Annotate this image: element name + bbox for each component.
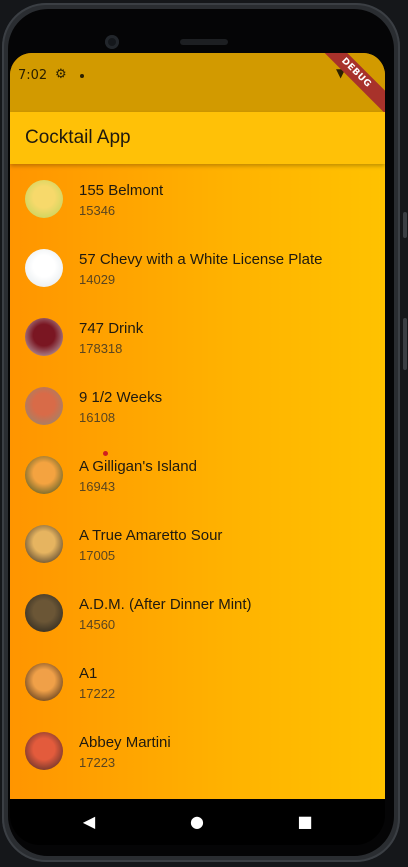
drink-thumbnail [25, 594, 63, 632]
drink-name: Abbey Martini [79, 734, 171, 751]
status-time: 7:02 [18, 68, 48, 83]
device-frame: 7:02 ⚙ ▼ DEBUG Cocktail App 155 Belmont 1… [0, 0, 408, 867]
power-button [403, 318, 407, 370]
list-item[interactable]: Abbey Martini 17223 [10, 716, 385, 785]
earpiece-speaker [180, 39, 228, 45]
recents-button[interactable]: ■ [293, 812, 317, 832]
list-item[interactable]: A.D.M. (After Dinner Mint) 14560 [10, 578, 385, 647]
gear-icon: ⚙ [55, 67, 67, 82]
drink-name: 155 Belmont [79, 182, 164, 199]
drink-id: 178318 [79, 341, 123, 356]
drink-id: 16943 [79, 479, 116, 494]
list-item[interactable]: 747 Drink 178318 [10, 302, 385, 371]
touch-indicator-dot [103, 451, 108, 456]
drink-id: 16108 [79, 410, 116, 425]
back-button[interactable]: ◀ [77, 812, 101, 832]
home-button[interactable]: ● [185, 812, 209, 832]
drink-id: 14029 [79, 272, 116, 287]
drink-name: A.D.M. (After Dinner Mint) [79, 596, 252, 613]
drink-thumbnail [25, 456, 63, 494]
front-camera [105, 35, 119, 49]
drink-name: A Gilligan's Island [79, 458, 197, 475]
drink-thumbnail [25, 732, 63, 770]
drink-id: 17223 [79, 755, 116, 770]
drink-thumbnail [25, 318, 63, 356]
drink-name: 747 Drink [79, 320, 144, 337]
app-screen: 7:02 ⚙ ▼ DEBUG Cocktail App 155 Belmont 1… [10, 53, 385, 799]
list-item[interactable]: A Gilligan's Island 16943 [10, 440, 385, 509]
drink-id: 15346 [79, 203, 116, 218]
drink-thumbnail [25, 180, 63, 218]
drink-thumbnail [25, 525, 63, 563]
page-title: Cocktail App [25, 127, 131, 148]
drink-thumbnail [25, 663, 63, 701]
list-item[interactable]: A1 17222 [10, 647, 385, 716]
notification-dot-icon [80, 74, 84, 78]
list-item[interactable]: A True Amaretto Sour 17005 [10, 509, 385, 578]
drink-thumbnail [25, 387, 63, 425]
drink-id: 17222 [79, 686, 116, 701]
status-bar: 7:02 ⚙ ▼ DEBUG [10, 53, 385, 118]
navigation-bar: ◀ ● ■ [10, 799, 385, 845]
drink-name: 57 Chevy with a White License Plate [79, 251, 323, 268]
list-item[interactable]: 9 1/2 Weeks 16108 [10, 371, 385, 440]
list-item[interactable]: 57 Chevy with a White License Plate 14029 [10, 233, 385, 302]
app-bar: Cocktail App [10, 112, 385, 164]
drink-name: A True Amaretto Sour [79, 527, 223, 544]
volume-button [403, 212, 407, 238]
drink-thumbnail [25, 249, 63, 287]
drink-name: A1 [79, 665, 98, 682]
drink-list[interactable]: 155 Belmont 15346 57 Chevy with a White Li… [10, 164, 385, 785]
drink-name: 9 1/2 Weeks [79, 389, 163, 406]
debug-banner: DEBUG [311, 53, 385, 118]
drink-id: 14560 [79, 617, 116, 632]
list-item[interactable]: 155 Belmont 15346 [10, 164, 385, 233]
drink-id: 17005 [79, 548, 116, 563]
